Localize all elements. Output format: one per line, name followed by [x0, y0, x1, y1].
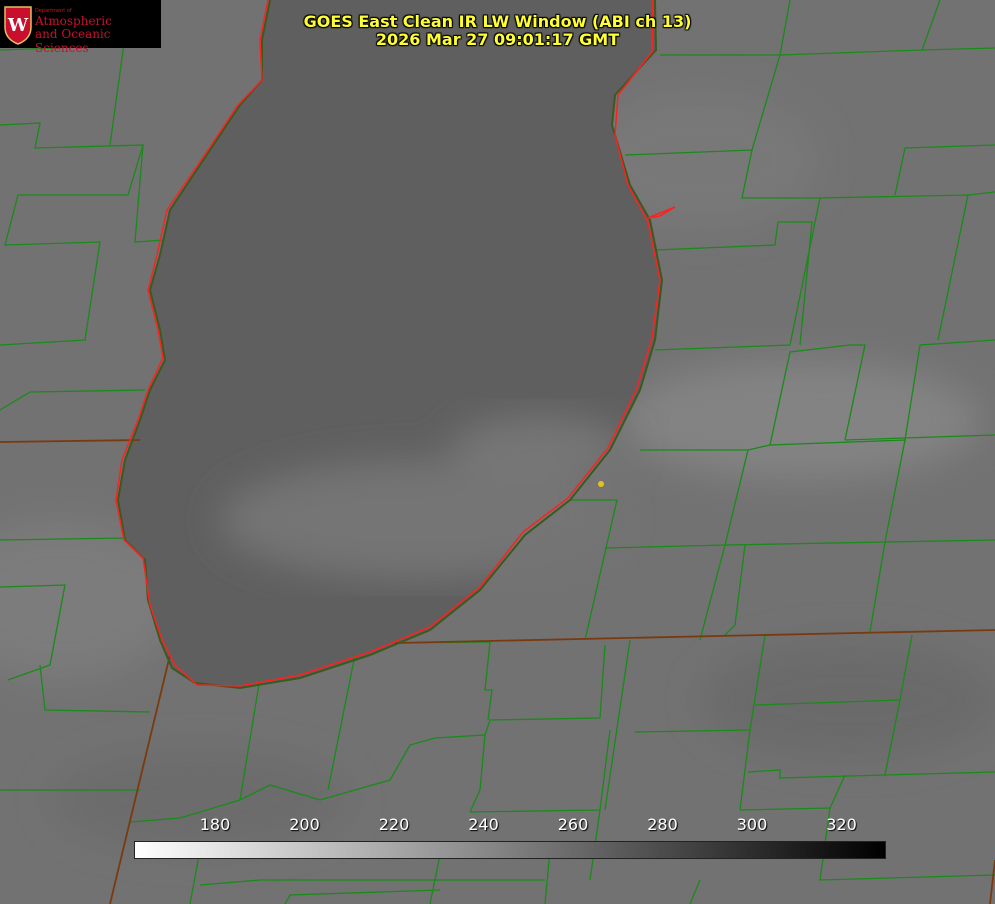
image-title: GOES East Clean IR LW Window (ABI ch 13) [303, 12, 692, 31]
logo-line2: and Oceanic Sciences [35, 27, 111, 55]
colorbar [134, 841, 886, 859]
satellite-map [0, 0, 995, 904]
crest-icon: W [4, 6, 32, 45]
colorbar-tick-label: 200 [289, 815, 320, 834]
colorbar-tick-label: 260 [557, 815, 589, 834]
station-marker [598, 481, 604, 487]
colorbar-tick-label: 180 [199, 815, 231, 834]
svg-text:W: W [7, 15, 29, 36]
colorbar-tick-label: 220 [378, 815, 410, 834]
image-timestamp: 2026 Mar 27 09:01:17 GMT [375, 30, 620, 49]
colorbar-tick-label: 240 [468, 815, 499, 834]
uw-aos-logo: W Department of Atmospheric and Oceanic … [0, 0, 161, 55]
colorbar-tick-label: 280 [647, 815, 678, 834]
colorbar-tick-label: 300 [736, 815, 768, 834]
colorbar-tick-label: 320 [826, 815, 857, 834]
logo-line1: Atmospheric [35, 14, 112, 28]
